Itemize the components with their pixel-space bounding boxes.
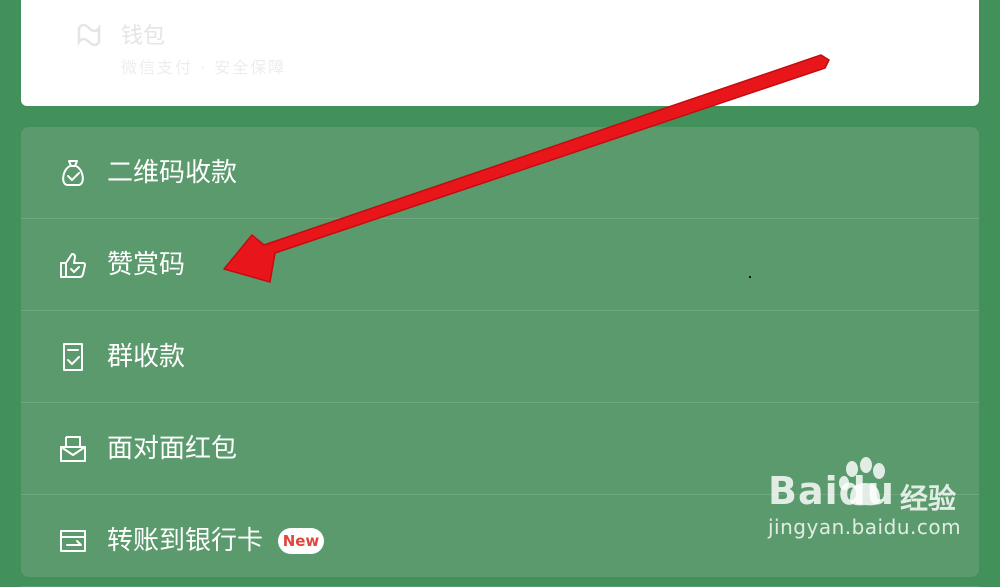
new-badge: New xyxy=(278,528,324,554)
menu-item-label: 群收款 xyxy=(107,342,186,372)
wallet-icon xyxy=(77,23,101,47)
menu-item-label: 转账到银行卡 xyxy=(107,526,264,556)
paw-icon xyxy=(839,457,885,506)
money-bag-icon xyxy=(62,160,84,186)
menu-item-label: 面对面红包 xyxy=(107,434,238,464)
wallet-subtitle: 微信支付 · 安全保障 xyxy=(121,58,287,77)
menu-item-group-collect[interactable]: 群收款 xyxy=(21,311,979,403)
menu-item-label: 二维码收款 xyxy=(107,158,238,188)
watermark-cn: 经验 xyxy=(900,482,957,515)
menu-item-appreciation-code[interactable]: 赞赏码 xyxy=(21,219,979,311)
red-envelope-icon xyxy=(60,436,86,462)
bank-transfer-icon xyxy=(60,530,86,552)
menu-item-label: 赞赏码 xyxy=(107,250,186,280)
baidu-jingyan-watermark: Baidu 经验 jingyan.baidu.com xyxy=(760,455,990,545)
wallet-title: 钱包 xyxy=(121,24,166,49)
wallet-header-card: 钱包 微信支付 · 安全保障 xyxy=(21,0,979,106)
receipt-check-icon xyxy=(63,343,83,371)
watermark-url: jingyan.baidu.com xyxy=(768,515,962,539)
stray-dot xyxy=(749,276,751,278)
menu-item-qr-collect[interactable]: 二维码收款 xyxy=(21,127,979,219)
thumbs-up-icon xyxy=(60,253,86,278)
